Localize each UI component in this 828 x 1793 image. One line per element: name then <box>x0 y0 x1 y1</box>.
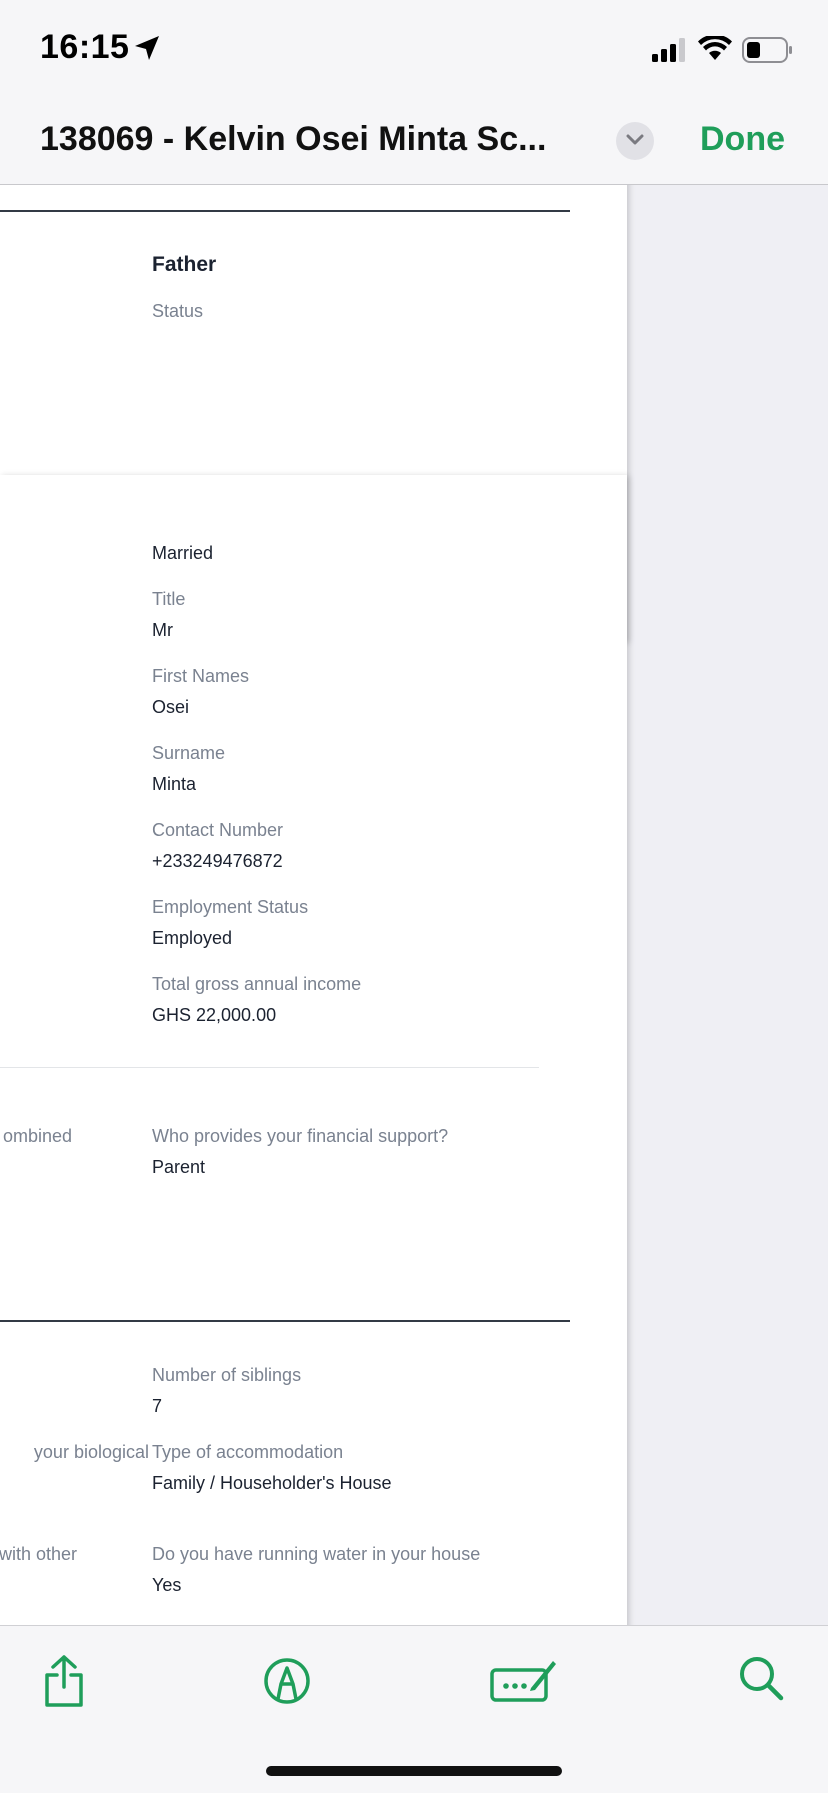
field-label: Do you have running water in your house <box>152 1544 481 1564</box>
field-value: Family / Householder's House <box>152 1473 392 1493</box>
field-label: First Names <box>152 666 250 686</box>
clipped-field-label: with other <box>0 1544 77 1564</box>
document-viewer[interactable]: Father Status Married Title Mr First Nam… <box>0 185 828 1625</box>
share-icon[interactable] <box>42 1654 86 1708</box>
title-menu-button[interactable] <box>616 122 654 160</box>
search-icon[interactable] <box>737 1654 785 1702</box>
clipped-field-label: your biological <box>33 1442 149 1462</box>
wifi-icon <box>698 36 732 60</box>
battery-icon <box>742 37 792 63</box>
location-arrow-icon <box>135 36 159 60</box>
chevron-down-icon <box>626 134 644 145</box>
field-label: Title <box>152 589 186 609</box>
signature-icon[interactable] <box>490 1656 558 1702</box>
document-title: 138069 - Kelvin Osei Minta Sc... <box>40 120 547 158</box>
field-label: Type of accommodation <box>152 1442 344 1462</box>
clipped-field-label: ombined <box>2 1126 72 1146</box>
cellular-signal-icon <box>652 38 685 62</box>
field-label: Employment Status <box>152 897 309 917</box>
home-indicator[interactable] <box>266 1766 562 1776</box>
field-label: Total gross annual income <box>152 974 362 994</box>
section-divider <box>0 210 570 212</box>
field-label: Status <box>152 301 204 321</box>
field-value: Mr <box>152 620 173 640</box>
field-value: GHS 22,000.00 <box>152 1005 277 1025</box>
document-page: Married Title Mr First Names Osei Surnam… <box>0 475 627 1625</box>
section-divider <box>0 1320 570 1322</box>
field-value: Employed <box>152 928 233 948</box>
field-label: Surname <box>152 743 226 763</box>
field-label: Who provides your financial support? <box>152 1126 449 1146</box>
document-navbar: 138069 - Kelvin Osei Minta Sc... Done <box>0 100 828 185</box>
field-value: Yes <box>152 1575 182 1595</box>
field-value: Osei <box>152 697 190 717</box>
done-button[interactable]: Done <box>700 120 785 159</box>
markup-icon[interactable] <box>263 1657 311 1705</box>
field-value: Minta <box>152 774 197 794</box>
field-value: Married <box>152 543 214 563</box>
section-heading: Father <box>152 253 217 276</box>
field-divider <box>0 1067 539 1068</box>
field-value: Parent <box>152 1157 206 1177</box>
clock: 16:15 <box>40 28 130 66</box>
field-label: Number of siblings <box>152 1365 302 1385</box>
field-label: Contact Number <box>152 820 284 840</box>
status-bar: 16:15 <box>0 0 828 100</box>
field-value: +233249476872 <box>152 851 283 871</box>
field-value: 7 <box>152 1396 163 1416</box>
